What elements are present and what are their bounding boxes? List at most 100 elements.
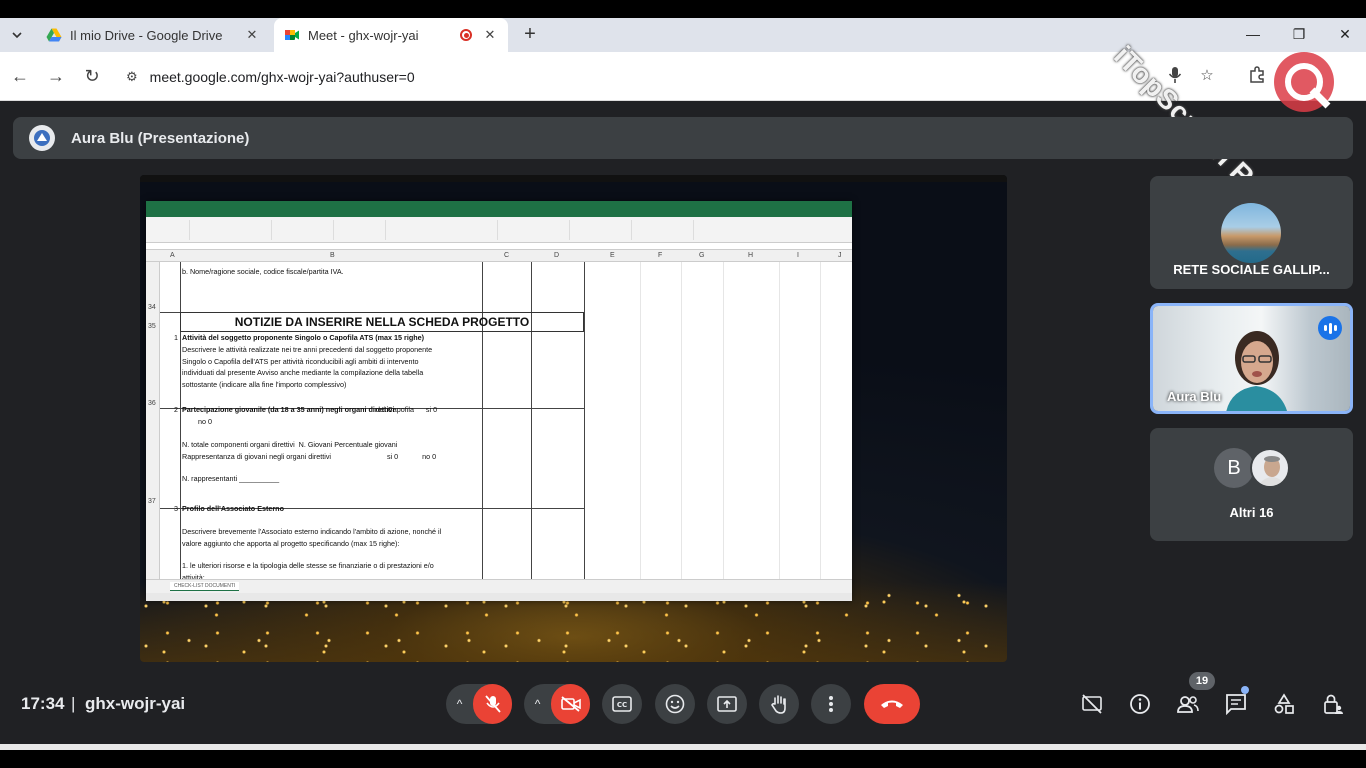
meeting-details-button[interactable] xyxy=(1127,691,1153,717)
item3-body: Descrivere brevemente l'Associato estern… xyxy=(182,527,442,548)
spreadsheet-grid[interactable]: 34 35 36 37 b. Nome/ragione sociale, cod… xyxy=(146,262,852,579)
column-header: E xyxy=(610,252,615,259)
address-bar[interactable]: ⚙ meet.google.com/ghx-wojr-yai?authuser=… xyxy=(116,60,1208,94)
site-settings-icon[interactable]: ⚙ xyxy=(126,69,138,85)
chat-icon xyxy=(1226,694,1246,715)
activities-icon xyxy=(1274,693,1294,714)
audio-level-icon xyxy=(1318,316,1342,340)
reload-button[interactable]: ↻ xyxy=(80,65,104,89)
presenting-icon xyxy=(29,125,55,151)
info-icon xyxy=(1130,694,1150,714)
row-headers: 34 35 36 37 xyxy=(146,262,160,579)
column-headers: A B C D E F G H I J xyxy=(146,250,852,262)
ribbon-tabs xyxy=(146,209,852,217)
google-meet-icon xyxy=(285,30,299,40)
bookmark-star-icon[interactable]: ☆ xyxy=(1196,66,1218,88)
hand-icon xyxy=(771,695,786,714)
closed-captions-icon: CC xyxy=(612,696,632,712)
extensions-icon[interactable] xyxy=(1246,66,1268,88)
activities-button[interactable] xyxy=(1271,691,1297,717)
participant-name: Altri 16 xyxy=(1229,505,1274,520)
emoji-icon xyxy=(665,694,685,714)
tab-google-meet[interactable]: Meet - ghx-wojr-yai ✕ xyxy=(274,18,508,52)
chat-notification-dot xyxy=(1241,686,1249,694)
browser-tab-strip: Il mio Drive - Google Drive ✕ Meet - ghx… xyxy=(0,18,1366,52)
shared-os-menubar xyxy=(140,175,1007,182)
column-header: H xyxy=(748,252,754,259)
item2-line1: N. totale componenti organi direttivi N.… xyxy=(182,440,398,449)
column-header: J xyxy=(838,252,842,259)
spreadsheet-statusbar xyxy=(146,593,852,601)
hang-up-icon xyxy=(881,700,903,708)
ribbon-toolbar xyxy=(146,217,852,243)
mic-off-button[interactable] xyxy=(473,684,512,724)
camera-off-button[interactable] xyxy=(551,684,590,724)
sheet-heading: NOTIZIE DA INSERIRE NELLA SCHEDA PROGETT… xyxy=(180,312,584,332)
others-tile[interactable]: B Altri 16 xyxy=(1150,428,1353,541)
present-screen-button[interactable] xyxy=(707,684,747,724)
presentation-off-icon xyxy=(1082,694,1102,714)
presentation-header: Aura Blu (Presentazione) xyxy=(13,117,1353,159)
chat-button[interactable] xyxy=(1223,691,1249,717)
participant-count-badge: 19 xyxy=(1189,672,1215,690)
people-icon xyxy=(1177,696,1199,713)
tab-search-button[interactable] xyxy=(6,24,28,46)
shared-screen: A B C D E F G H I J 34 35 36 37 b. Nome/… xyxy=(140,175,1007,662)
participant-tile[interactable]: RETE SOCIALE GALLIP... xyxy=(1150,176,1353,289)
item3-title: Profilo dell'Associato Esterno xyxy=(182,504,284,513)
row-number: 35 xyxy=(148,323,156,330)
stop-presenting-button[interactable] xyxy=(1079,691,1105,717)
back-button[interactable]: ← xyxy=(8,65,32,89)
raise-hand-button[interactable] xyxy=(759,684,799,724)
tab-title: Il mio Drive - Google Drive xyxy=(70,27,223,43)
google-drive-icon xyxy=(46,28,62,42)
row-number: 37 xyxy=(148,498,156,505)
captions-button[interactable]: CC xyxy=(602,684,642,724)
column-header: F xyxy=(658,252,663,259)
participant-tile-speaking[interactable]: Aura Blu xyxy=(1150,303,1353,414)
current-time: 17:34 xyxy=(21,694,65,713)
tab-google-drive[interactable]: Il mio Drive - Google Drive ✕ xyxy=(36,18,270,52)
avatar xyxy=(1250,448,1290,488)
spreadsheet-titlebar xyxy=(146,201,852,209)
chevron-up-icon[interactable]: ^ xyxy=(446,697,473,711)
row-number: 34 xyxy=(148,304,156,311)
item-number: 3 xyxy=(174,504,178,513)
reactions-button[interactable] xyxy=(655,684,695,724)
close-icon[interactable]: ✕ xyxy=(244,27,260,43)
column-header: A xyxy=(170,252,175,259)
avatar: B xyxy=(1214,448,1254,488)
separator: | xyxy=(71,694,76,713)
item-number: 2 xyxy=(174,405,178,414)
participant-name: Aura Blu xyxy=(1167,389,1222,404)
item2-line3: N. rappresentanti __________ xyxy=(182,474,280,483)
sheet-tab[interactable]: CHECK-LIST DOCUMENTI xyxy=(170,582,240,591)
screen-top-border xyxy=(0,0,1366,18)
new-tab-button[interactable]: + xyxy=(518,23,542,47)
column-header: C xyxy=(504,252,510,259)
spreadsheet-window: A B C D E F G H I J 34 35 36 37 b. Nome/… xyxy=(146,201,852,601)
item-number: 1 xyxy=(174,333,178,342)
chevron-up-icon[interactable]: ^ xyxy=(524,697,551,711)
item1-body: Descrivere le attività realizzate nei tr… xyxy=(182,345,433,389)
sheet-tab-bar: CHECK-LIST DOCUMENTI xyxy=(146,579,852,593)
item2-line2: Rappresentanza di giovani negli organi d… xyxy=(182,452,437,461)
present-icon xyxy=(717,696,737,712)
camera-control[interactable]: ^ xyxy=(524,684,590,724)
svg-text:CC: CC xyxy=(617,701,627,709)
item2-title: Partecipazione giovanile (da 18 a 35 ann… xyxy=(182,405,395,414)
avatar xyxy=(1221,203,1281,263)
host-controls-button[interactable] xyxy=(1320,691,1346,717)
recorder-logo-icon xyxy=(1274,52,1334,112)
forward-button[interactable]: → xyxy=(44,65,68,89)
people-button[interactable] xyxy=(1175,691,1201,717)
participant-name: RETE SOCIALE GALLIP... xyxy=(1173,262,1330,277)
chevron-down-icon xyxy=(12,32,22,39)
more-options-button[interactable] xyxy=(811,684,851,724)
item2-no: no 0 xyxy=(198,417,212,426)
microphone-control[interactable]: ^ xyxy=(446,684,512,724)
item1-title: Attività del soggetto proponente Singolo… xyxy=(182,333,424,342)
tab-title: Meet - ghx-wojr-yai xyxy=(308,27,419,43)
close-icon[interactable]: ✕ xyxy=(482,27,498,43)
leave-call-button[interactable] xyxy=(864,684,920,724)
